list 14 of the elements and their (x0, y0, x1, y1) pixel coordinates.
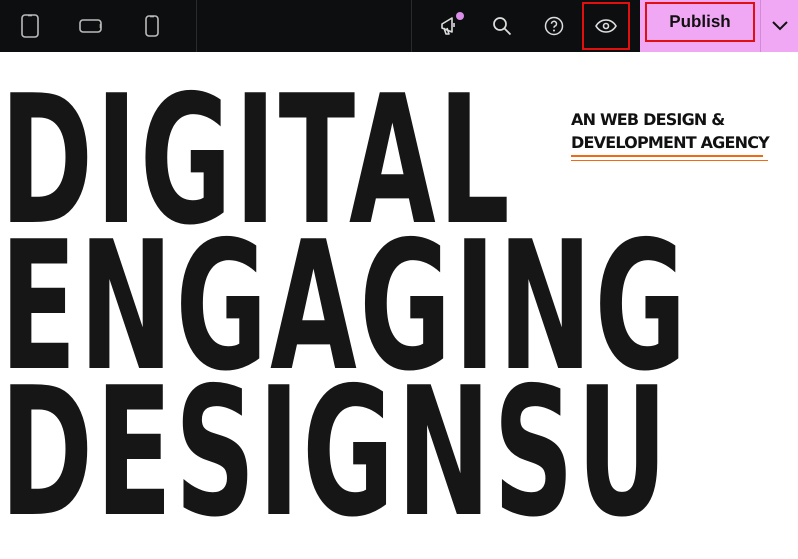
phone-icon (144, 15, 160, 37)
tagline-text: DEVELOPMENT AGENCY (571, 132, 769, 154)
headline-text: DIGITAL (0, 88, 512, 234)
headline-text: DESIGNSU (0, 380, 670, 526)
eye-icon (595, 19, 617, 33)
publish-button[interactable]: Publish (645, 2, 755, 42)
tablet-landscape-icon (79, 18, 103, 34)
headline-text: ENGAGING (0, 234, 690, 380)
tagline-text: AN WEB DESIGN & (571, 109, 726, 131)
chevron-down-icon (772, 21, 788, 31)
tablet-icon (20, 14, 40, 38)
toolbar-button[interactable] (582, 2, 630, 50)
help-icon (544, 16, 564, 36)
search-icon (492, 16, 512, 36)
